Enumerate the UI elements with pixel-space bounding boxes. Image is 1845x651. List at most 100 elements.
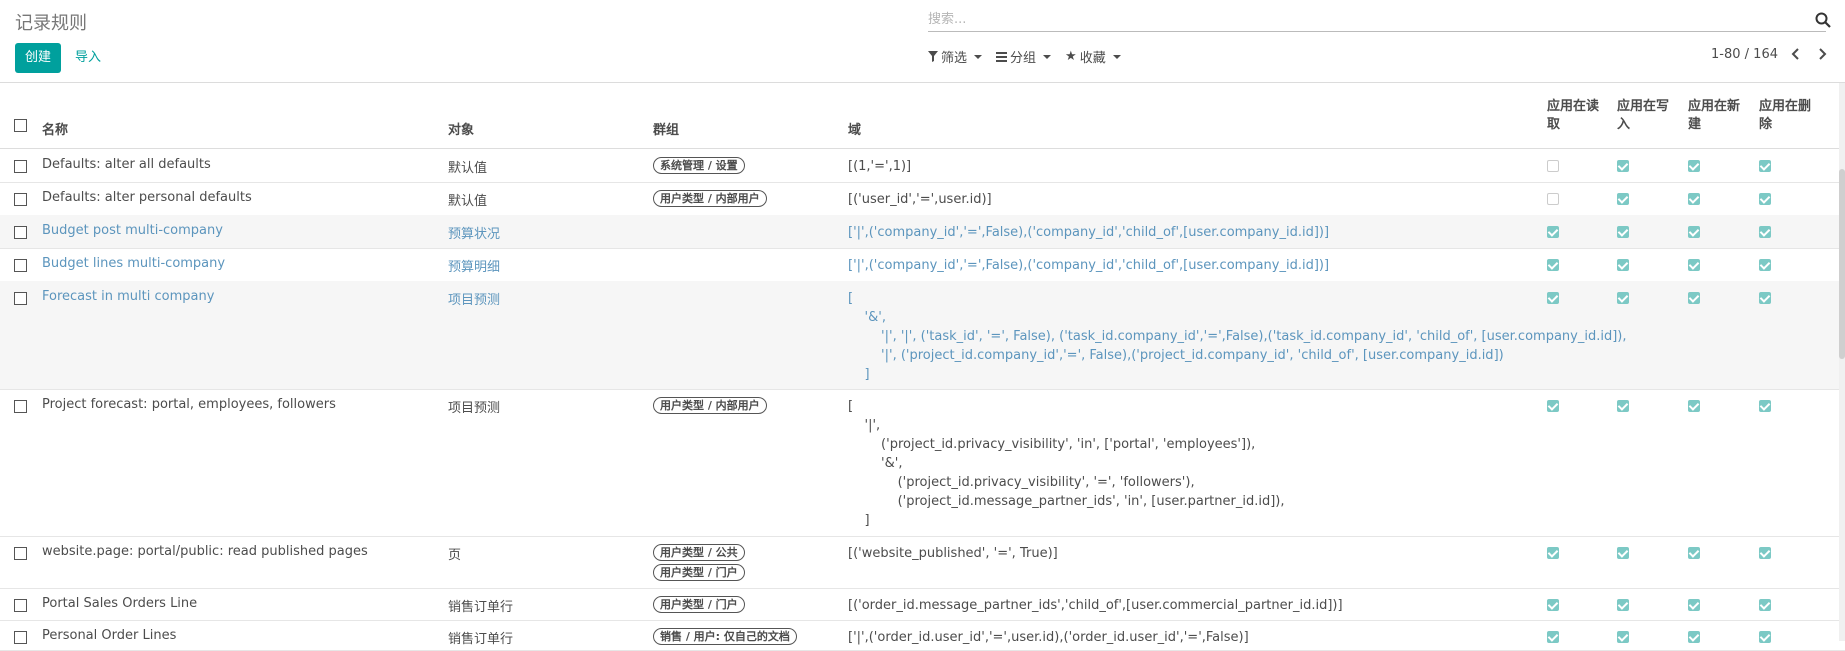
row-checkbox[interactable] xyxy=(14,631,27,644)
cell-model: 默认值 xyxy=(448,194,488,209)
chevron-down-icon xyxy=(974,54,983,59)
table-row[interactable]: Project forecast: portal, employees, fol… xyxy=(0,389,1845,537)
chevron-down-icon xyxy=(1043,54,1052,59)
column-header-domain[interactable]: 域 xyxy=(848,119,861,138)
permission-flag-unlink xyxy=(1759,631,1771,643)
cell-name: Forecast in multi company xyxy=(42,289,215,304)
chevron-down-icon xyxy=(1112,54,1121,59)
row-checkbox[interactable] xyxy=(14,292,27,305)
row-checkbox[interactable] xyxy=(14,160,27,173)
domain-line: ] xyxy=(848,367,870,382)
scrollbar[interactable] xyxy=(1839,83,1845,641)
row-checkbox[interactable] xyxy=(14,193,27,206)
permission-flag-read xyxy=(1547,547,1559,559)
domain-line: [ xyxy=(848,399,854,414)
permission-flag-unlink xyxy=(1759,160,1771,172)
search-icon[interactable] xyxy=(1814,11,1832,29)
column-header-create[interactable]: 应用在新建 xyxy=(1688,98,1746,134)
table-row[interactable]: Defaults: alter personal defaults 默认值 用户类型… xyxy=(0,182,1845,216)
permission-flag-create xyxy=(1688,226,1700,238)
filter-icon xyxy=(928,51,938,62)
row-checkbox[interactable] xyxy=(14,599,27,612)
list-header: 名称 对象 群组 域 应用在读取 应用在写入 应用在新建 应用在删除 xyxy=(0,83,1845,149)
cell-model: 销售订单行 xyxy=(448,632,514,647)
chevron-left-icon[interactable] xyxy=(1788,46,1804,62)
permission-flag-write xyxy=(1617,400,1629,412)
group-by-dropdown[interactable]: 分组 xyxy=(996,47,1052,66)
favorites-dropdown[interactable]: ★ 收藏 xyxy=(1065,47,1121,66)
cell-groups: 用户类型 / 内部用户 xyxy=(653,397,767,414)
table-row[interactable]: Portal Sales Orders Line 销售订单行 用户类型 / 门户 [(… xyxy=(0,588,1845,621)
table-row[interactable]: Budget post multi-company 预算状况 ['|',('comp… xyxy=(0,215,1845,249)
pager: 1-80 / 164 xyxy=(1711,46,1830,62)
permission-flag-read xyxy=(1547,631,1559,643)
cell-groups: 用户类型 / 门户 xyxy=(653,596,745,613)
column-header-groups[interactable]: 群组 xyxy=(653,119,679,138)
permission-flag-create xyxy=(1688,400,1700,412)
group-tag: 用户类型 / 门户 xyxy=(653,564,745,581)
domain-line: '|', '|', ('task_id', '=', False), ('tas… xyxy=(848,329,1627,344)
group-tag: 用户类型 / 内部用户 xyxy=(653,397,767,414)
chevron-right-icon[interactable] xyxy=(1814,46,1830,62)
column-header-write[interactable]: 应用在写入 xyxy=(1617,98,1675,134)
column-header-unlink[interactable]: 应用在删除 xyxy=(1759,98,1817,134)
bars-icon xyxy=(996,51,1008,62)
cell-name: Budget lines multi-company xyxy=(42,256,226,271)
permission-flag-read xyxy=(1547,259,1559,271)
cell-groups: 用户类型 / 内部用户 xyxy=(653,190,767,207)
permission-flag-read xyxy=(1547,193,1559,205)
domain-line: ['|',('order_id.user_id','=',user.id),('… xyxy=(848,630,1249,645)
permission-flag-unlink xyxy=(1759,259,1771,271)
column-header-model[interactable]: 对象 xyxy=(448,119,474,138)
table-row[interactable]: Budget lines multi-company 预算明细 ['|',('com… xyxy=(0,248,1845,282)
row-checkbox[interactable] xyxy=(14,547,27,560)
permission-flag-create xyxy=(1688,292,1700,304)
cell-domain: [(1,'=',1)] xyxy=(848,157,911,176)
search-options: 筛选 分组 ★ 收藏 xyxy=(928,47,1121,66)
pager-value[interactable]: 1-80 / 164 xyxy=(1711,47,1778,62)
cell-groups: 系统管理 / 设置 xyxy=(653,157,745,174)
filters-dropdown[interactable]: 筛选 xyxy=(928,47,983,66)
row-checkbox[interactable] xyxy=(14,226,27,239)
cell-name: website.page: portal/public: read publis… xyxy=(42,544,368,559)
column-header-read[interactable]: 应用在读取 xyxy=(1547,98,1605,134)
permission-flag-write xyxy=(1617,226,1629,238)
group-tag: 用户类型 / 公共 xyxy=(653,544,745,561)
cell-name: Defaults: alter all defaults xyxy=(42,157,211,172)
permission-flag-create xyxy=(1688,193,1700,205)
group-tag: 用户类型 / 内部用户 xyxy=(653,190,767,207)
permission-flag-create xyxy=(1688,631,1700,643)
cell-name: Budget post multi-company xyxy=(42,223,223,238)
permission-flag-write xyxy=(1617,193,1629,205)
create-button[interactable]: 创建 xyxy=(15,43,61,73)
domain-line: [('website_published', '=', True)] xyxy=(848,546,1058,561)
table-row[interactable]: Forecast in multi company 项目预测 [ '&', '|',… xyxy=(0,281,1845,390)
table-row[interactable]: Personal Order Lines 销售订单行 销售 / 用户: 仅自己的文档… xyxy=(0,620,1845,651)
cell-name: Project forecast: portal, employees, fol… xyxy=(42,397,336,412)
column-header-name[interactable]: 名称 xyxy=(42,119,68,138)
domain-line: '&', xyxy=(848,456,903,471)
cell-domain: [('website_published', '=', True)] xyxy=(848,544,1058,563)
domain-line: ] xyxy=(848,513,870,528)
select-all-checkbox[interactable] xyxy=(14,119,27,132)
domain-line: ['|',('company_id','=',False),('company_… xyxy=(848,258,1330,273)
group-tag: 用户类型 / 门户 xyxy=(653,596,745,613)
domain-line: ['|',('company_id','=',False),('company_… xyxy=(848,225,1330,240)
permission-flag-unlink xyxy=(1759,193,1771,205)
permission-flag-write xyxy=(1617,259,1629,271)
cell-name: Portal Sales Orders Line xyxy=(42,596,198,611)
row-checkbox[interactable] xyxy=(14,400,27,413)
favorites-label: 收藏 xyxy=(1079,51,1106,66)
table-row[interactable]: Defaults: alter all defaults 默认值 系统管理 / 设置… xyxy=(0,149,1845,183)
permission-flag-unlink xyxy=(1759,226,1771,238)
permission-flag-create xyxy=(1688,599,1700,611)
search-input[interactable] xyxy=(928,9,1788,29)
domain-line: [(1,'=',1)] xyxy=(848,159,912,174)
import-button[interactable]: 导入 xyxy=(75,43,101,73)
cell-domain: ['|',('company_id','=',False),('company_… xyxy=(848,223,1329,242)
domain-line: [('user_id','=',user.id)] xyxy=(848,192,992,207)
scrollbar-thumb[interactable] xyxy=(1839,169,1845,359)
cell-model: 预算状况 xyxy=(448,227,501,242)
table-row[interactable]: website.page: portal/public: read publis… xyxy=(0,536,1845,589)
row-checkbox[interactable] xyxy=(14,259,27,272)
